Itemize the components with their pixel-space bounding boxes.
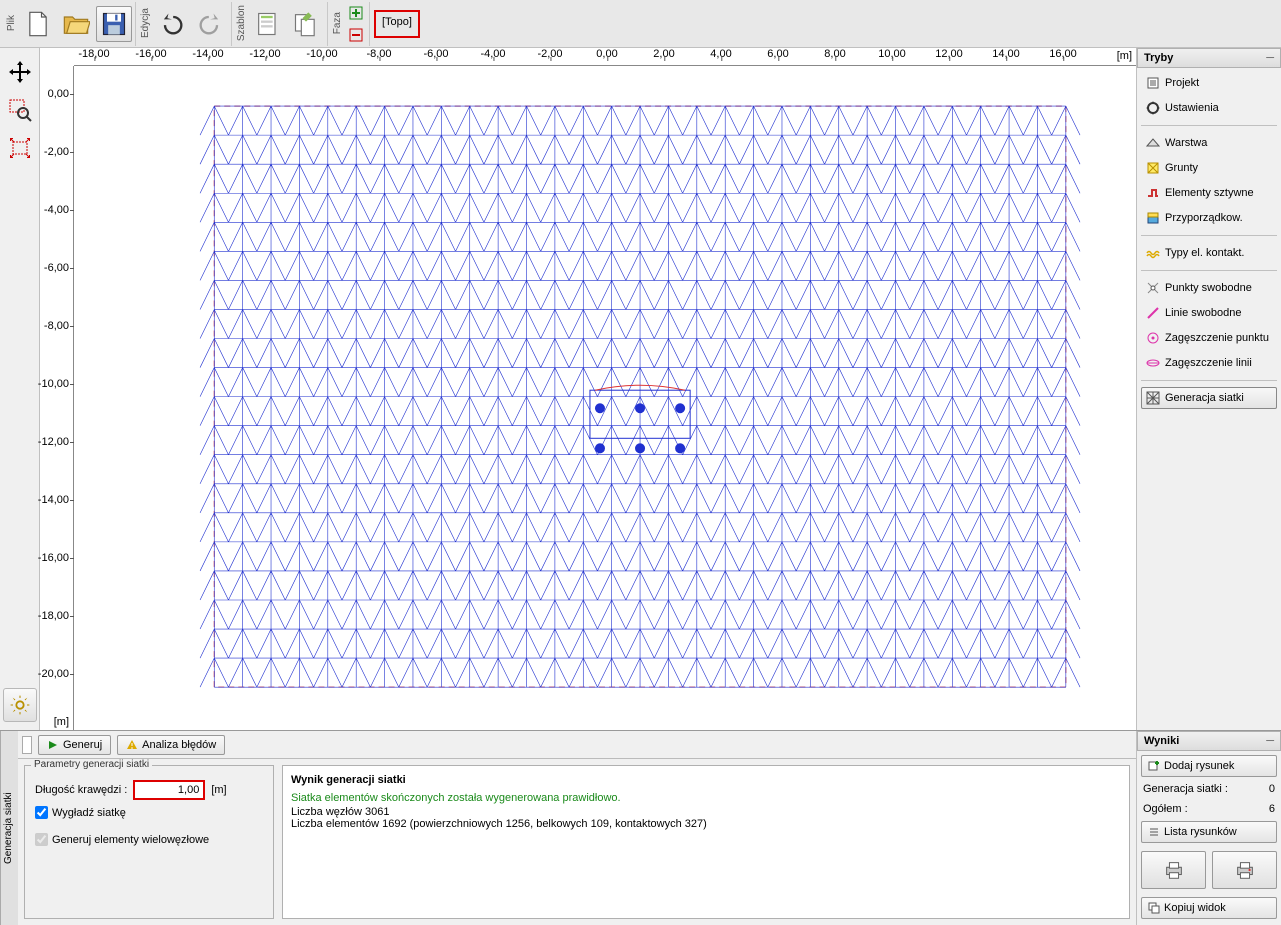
open-file-button[interactable] <box>58 6 94 42</box>
undo-button[interactable] <box>154 6 190 42</box>
new-file-button[interactable] <box>20 6 56 42</box>
topo-button[interactable]: [Topo] <box>374 10 420 38</box>
drawing-list-button[interactable]: Lista rysunków <box>1141 821 1277 843</box>
mode-item[interactable]: Typy el. kontakt. <box>1141 242 1277 264</box>
minimize-icon[interactable]: ─ <box>1266 52 1274 64</box>
group-label-phase: Faza <box>330 10 345 36</box>
print-bw-button[interactable] <box>1141 851 1206 889</box>
generate-button[interactable]: Generuj <box>38 735 111 755</box>
print-color-button[interactable] <box>1212 851 1277 889</box>
horizontal-ruler: [m]-18,00-16,00-14,00-12,00-10,00-8,00-6… <box>74 48 1136 66</box>
results-panel-header: Wyniki─ <box>1137 731 1281 751</box>
error-analysis-button[interactable]: Analiza błędów <box>117 735 225 755</box>
zoom-window-tool[interactable] <box>4 94 36 126</box>
canvas-area: [m]-18,00-16,00-14,00-12,00-10,00-8,00-6… <box>40 48 1136 730</box>
phase-remove-button[interactable] <box>346 25 366 45</box>
tab-handle[interactable] <box>22 736 32 754</box>
mode-item[interactable]: Punkty swobodne <box>1141 277 1277 299</box>
mode-item[interactable]: Zagęszczenie punktu <box>1141 327 1277 349</box>
add-drawing-button[interactable]: Dodaj rysunek <box>1141 755 1277 777</box>
mesh-drawing <box>74 66 1136 727</box>
minimize-icon[interactable]: ─ <box>1266 735 1274 747</box>
group-label-edit: Edycja <box>138 6 153 40</box>
bottom-side-label: Generacja siatki <box>0 731 18 925</box>
multinode-checkbox[interactable]: Generuj elementy wielowęzłowe <box>35 833 263 846</box>
mesh-canvas[interactable] <box>74 66 1136 730</box>
save-file-button[interactable] <box>96 6 132 42</box>
edge-length-label: Długość krawędzi : <box>35 784 127 796</box>
settings-button[interactable] <box>3 688 37 722</box>
modes-panel: Tryby─ Projekt Ustawienia Warstwa Grunty Ele… <box>1136 48 1281 730</box>
mesh-gen-panel: Generuj Analiza błędów Parametry generac… <box>18 731 1136 925</box>
vertical-ruler: 0,00-2,00-4,00-6,00-8,00-10,00-12,00-14,… <box>40 66 74 730</box>
template-1-button[interactable] <box>250 6 286 42</box>
mode-item[interactable]: Grunty <box>1141 157 1277 179</box>
phase-add-button[interactable] <box>346 3 366 23</box>
template-2-button[interactable] <box>288 6 324 42</box>
mode-item[interactable]: Projekt <box>1141 72 1277 94</box>
pan-tool[interactable] <box>4 56 36 88</box>
mode-item[interactable]: Generacja siatki <box>1141 387 1277 409</box>
mode-item[interactable]: Warstwa <box>1141 132 1277 154</box>
mode-item[interactable]: Zagęszczenie linii <box>1141 352 1277 374</box>
redo-button[interactable] <box>192 6 228 42</box>
top-toolbar: Plik Edycja Szablon Faza [Topo] <box>0 0 1281 48</box>
zoom-extents-tool[interactable] <box>4 132 36 164</box>
results-panel: Wyniki─ Dodaj rysunek Generacja siatki :… <box>1136 731 1281 925</box>
left-toolbar <box>0 48 40 730</box>
group-label-file: Plik <box>4 13 19 33</box>
smooth-mesh-checkbox[interactable]: Wygładź siatkę <box>35 806 263 819</box>
mesh-params-group: Parametry generacji siatki Długość krawę… <box>24 765 274 919</box>
mode-item[interactable]: Elementy sztywne <box>1141 182 1277 204</box>
mesh-result-box: Wynik generacji siatki Siatka elementów … <box>282 765 1130 919</box>
copy-view-button[interactable]: Kopiuj widok <box>1141 897 1277 919</box>
group-label-template: Szablon <box>234 3 249 43</box>
mode-item[interactable]: Przyporządkow. <box>1141 207 1277 229</box>
mode-item[interactable]: Linie swobodne <box>1141 302 1277 324</box>
edge-length-input[interactable] <box>133 780 205 800</box>
mode-item[interactable]: Ustawienia <box>1141 97 1277 119</box>
modes-panel-header: Tryby─ <box>1137 48 1281 68</box>
